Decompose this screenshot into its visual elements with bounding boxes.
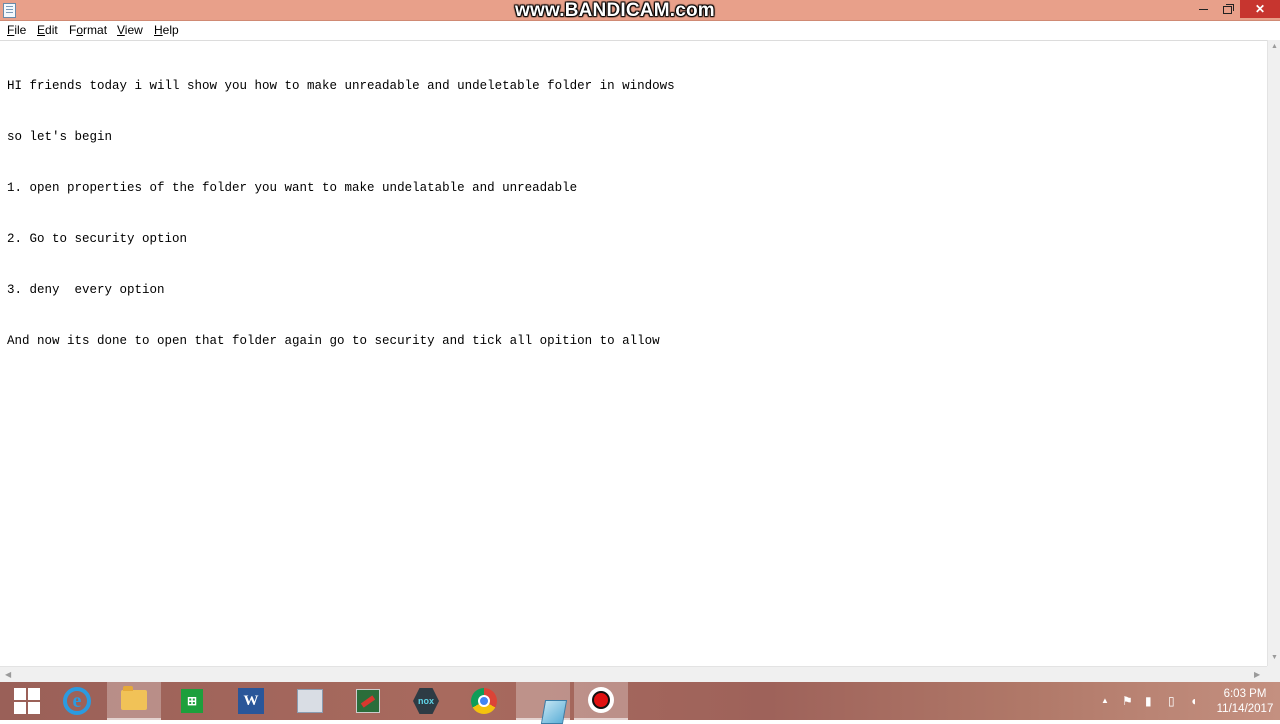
text-line: so let's begin [7, 130, 113, 144]
taskbar-notepad[interactable] [516, 682, 570, 724]
taskbar-word[interactable]: W [224, 682, 278, 720]
scroll-right-icon[interactable]: ▶ [1254, 670, 1260, 679]
bandicam-watermark: www.BANDICAM.com [515, 0, 715, 21]
nox-icon: nox [413, 688, 439, 714]
text-editor[interactable]: HI friends today i will show you how to … [0, 40, 1267, 667]
scroll-down-icon[interactable]: ▼ [1271, 654, 1278, 662]
chevron-up-icon[interactable]: ▲ [1101, 695, 1109, 707]
taskbar-monitor[interactable] [283, 682, 337, 720]
menu-help[interactable]: Help [154, 23, 179, 38]
editor-content[interactable]: HI friends today i will show you how to … [7, 44, 675, 384]
taskbar-bandicam[interactable] [574, 682, 628, 720]
taskbar: e ⊞ W nox ▲ ⚑ ▮ ▯ ◖ 6:03 PM 11/14/2017 [0, 682, 1280, 724]
restore-button[interactable] [1212, 0, 1242, 18]
clock-time: 6:03 PM [1223, 688, 1267, 700]
menu-view[interactable]: View [117, 23, 143, 38]
text-line: 1. open properties of the folder you wan… [7, 181, 578, 195]
taskbar-chrome[interactable] [457, 682, 511, 720]
clock-date: 11/14/2017 [1216, 703, 1274, 715]
text-line: 3. deny every option [7, 283, 165, 297]
menu-edit[interactable]: Edit [37, 23, 58, 38]
flag-icon[interactable]: ⚑ [1122, 695, 1133, 707]
taskbar-nox[interactable]: nox [399, 682, 453, 720]
notepad-icon [540, 700, 568, 724]
start-button[interactable] [0, 682, 54, 720]
chrome-icon [471, 688, 497, 714]
volume-icon[interactable]: ◖ [1190, 695, 1197, 707]
record-icon [588, 687, 614, 713]
horizontal-scrollbar[interactable]: ◀ ▶ [0, 666, 1267, 683]
game-icon [356, 689, 380, 713]
system-clock[interactable]: 6:03 PM 11/14/2017 [1212, 687, 1278, 717]
scroll-up-icon[interactable]: ▲ [1271, 43, 1278, 51]
store-icon: ⊞ [181, 689, 203, 713]
title-bar: www.BANDICAM.com ✕ [0, 0, 1280, 21]
network-icon[interactable]: ▮ [1145, 695, 1152, 707]
taskbar-file-explorer[interactable] [107, 682, 161, 720]
minimize-icon [1198, 9, 1208, 11]
menu-format[interactable]: Format [69, 23, 107, 38]
text-line: And now its done to open that folder aga… [7, 334, 660, 348]
close-button[interactable]: ✕ [1240, 0, 1280, 18]
scrollbar-corner [1267, 666, 1280, 682]
restore-icon [1222, 3, 1234, 14]
menu-bar: File Edit Format View Help [0, 21, 1280, 40]
taskbar-internet-explorer[interactable]: e [50, 682, 104, 720]
menu-file[interactable]: File [7, 23, 26, 38]
word-icon: W [238, 688, 264, 714]
scroll-left-icon[interactable]: ◀ [5, 670, 11, 679]
vertical-scrollbar[interactable]: ▲ ▼ [1267, 40, 1280, 666]
text-line: 2. Go to security option [7, 232, 188, 246]
notepad-app-icon[interactable] [3, 3, 16, 18]
taskbar-store[interactable]: ⊞ [165, 682, 219, 720]
taskbar-game[interactable] [341, 682, 395, 720]
folder-icon [121, 686, 147, 710]
ie-icon: e [63, 687, 91, 715]
power-icon[interactable]: ▯ [1168, 695, 1175, 707]
windows-logo-icon [14, 688, 40, 714]
text-line: HI friends today i will show you how to … [7, 79, 675, 93]
chart-icon [297, 689, 323, 713]
